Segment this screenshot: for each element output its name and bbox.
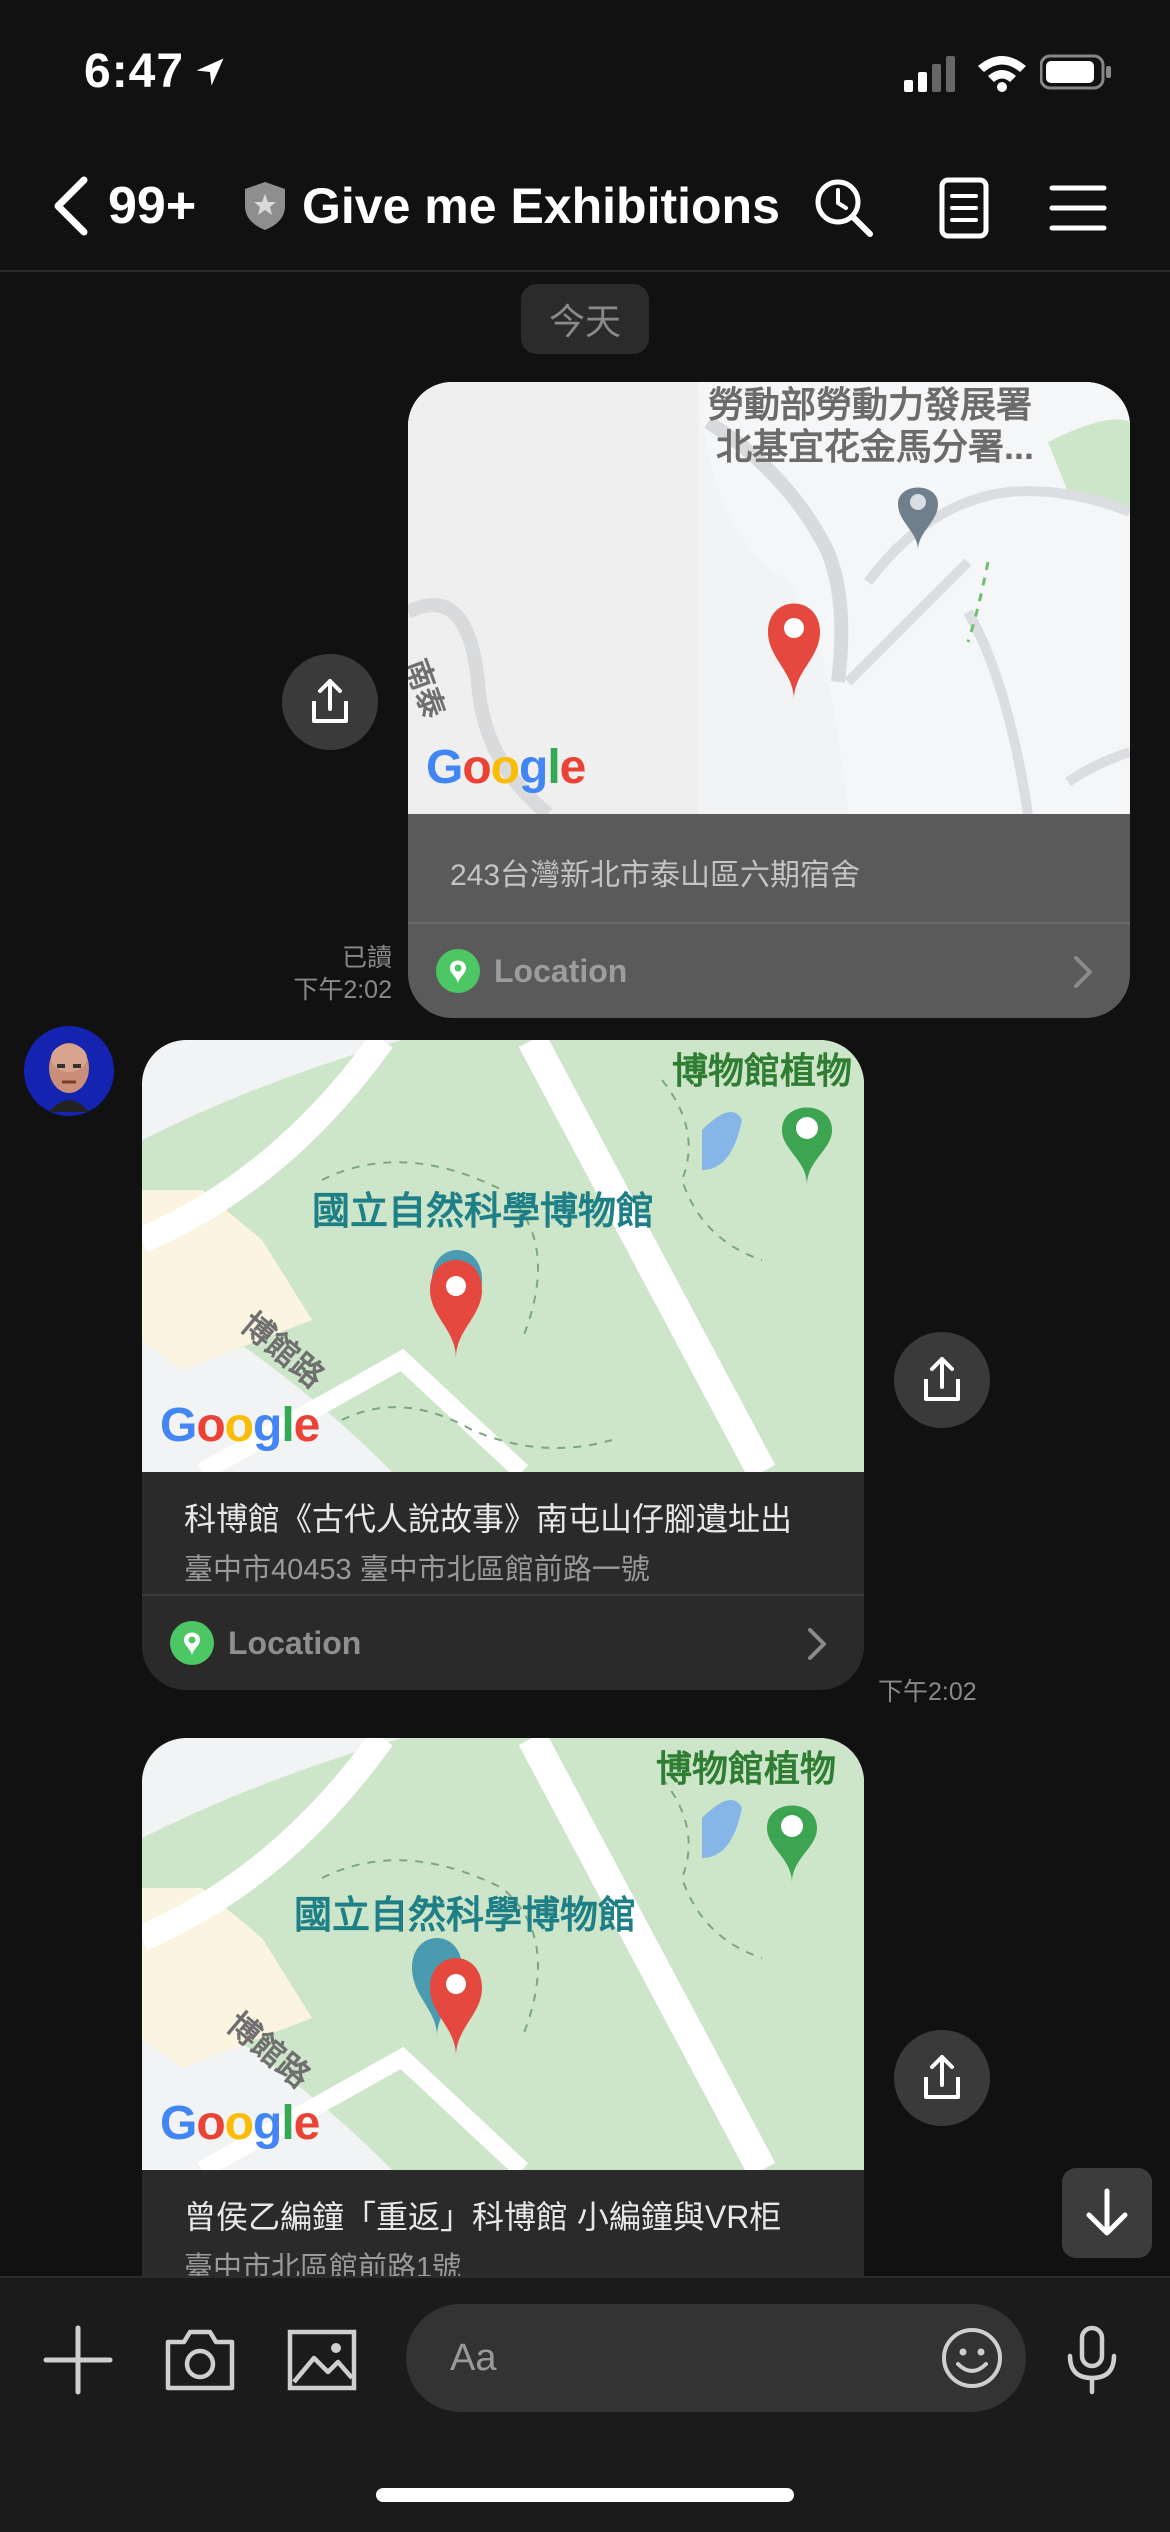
share-button[interactable] [282, 654, 378, 750]
camera-icon[interactable] [162, 2322, 238, 2398]
avatar[interactable] [24, 1026, 114, 1116]
search-icon[interactable] [812, 176, 876, 240]
location-link[interactable]: Location [142, 1594, 864, 1690]
date-divider: 今天 [521, 284, 649, 354]
chat-title-area[interactable]: Give me Exhibitions [242, 170, 780, 242]
map-preview[interactable]: 博物館植物 國立自然科學博物館 博館路 Google [142, 1040, 864, 1472]
google-logo: Google [426, 741, 586, 794]
location-message[interactable]: 博物館植物 國立自然科學博物館 博館路 Google 曾侯乙編鐘「重返」科博館 … [142, 1738, 864, 2276]
message-input[interactable] [450, 2336, 870, 2380]
place-address: 243台灣新北市泰山區六期宿舍 [450, 859, 861, 892]
place-name: 科博館《古代人說故事》南屯山仔腳遺址出 [184, 1501, 793, 1537]
chat-title: Give me Exhibitions [302, 178, 780, 234]
location-arrow-icon [196, 58, 224, 86]
chat-header: 99+ Give me Exhibitions [0, 140, 1170, 272]
map-preview[interactable]: 勞動部勞動力發展署 北基宜花金馬分署... 南泰 Google [408, 382, 1130, 814]
chevron-right-icon [808, 1628, 826, 1660]
message-meta: 已讀 下午2:02 [240, 942, 392, 1006]
place-address: 臺中市北區館前路1號 [184, 2252, 462, 2276]
read-status: 已讀 [341, 944, 392, 972]
location-message[interactable]: 博物館植物 國立自然科學博物館 博館路 Google 科博館《古代人說故事》南屯… [142, 1040, 864, 1690]
share-icon [924, 1357, 960, 1401]
message-time: 下午2:02 [878, 1678, 977, 1706]
share-button[interactable] [894, 2030, 990, 2126]
address-block: 243台灣新北市泰山區六期宿舍 [408, 814, 1130, 894]
address-block: 科博館《古代人說故事》南屯山仔腳遺址出 臺中市40453 臺中市北區館前路一號 [142, 1472, 864, 1588]
status-bar: 6:47 [0, 0, 1170, 140]
menu-icon[interactable] [1046, 176, 1110, 240]
back-button[interactable]: 99+ [50, 170, 220, 242]
home-indicator [376, 2488, 794, 2502]
chevron-right-icon [1074, 956, 1092, 988]
map-label: 博物館植物 [672, 1050, 853, 1091]
microphone-icon[interactable] [1054, 2322, 1130, 2398]
message-time: 下午2:02 [293, 976, 392, 1004]
google-logo: Google [160, 2097, 320, 2150]
location-label: Location [228, 1624, 362, 1661]
location-label: Location [494, 952, 628, 989]
signal-icon [904, 56, 955, 92]
unread-count: 99+ [108, 177, 197, 235]
map-label: 國立自然科學博物館 [312, 1191, 655, 1233]
chevron-left-icon [54, 176, 88, 236]
place-address: 臺中市40453 臺中市北區館前路一號 [184, 1554, 650, 1586]
notes-icon[interactable] [932, 176, 996, 240]
place-name: 曾侯乙編鐘「重返」科博館 小編鐘與VR柜 [184, 2199, 782, 2235]
status-time: 6:47 [84, 45, 185, 98]
location-pin-icon [170, 1621, 214, 1665]
location-link[interactable]: Location [408, 922, 1130, 1018]
map-label: 國立自然科學博物館 [294, 1895, 637, 1937]
location-message[interactable]: 勞動部勞動力發展署 北基宜花金馬分署... 南泰 Google 243台灣新北市… [408, 382, 1130, 1018]
map-label: 博物館植物 [656, 1748, 837, 1789]
map-label: 北基宜花金馬分署... [716, 426, 1035, 467]
arrow-down-icon [1086, 2188, 1128, 2236]
image-icon[interactable] [284, 2322, 360, 2398]
share-icon [312, 679, 348, 723]
share-icon [924, 2055, 960, 2099]
location-pin-icon [436, 949, 480, 993]
plus-icon[interactable] [40, 2322, 116, 2398]
google-logo: Google [160, 1399, 320, 1452]
address-block: 曾侯乙編鐘「重返」科博館 小編鐘與VR柜 臺中市北區館前路1號 [142, 2170, 864, 2276]
chat-area[interactable]: 今天 已讀 下午2:02 勞動部勞動力發展署 北基宜花金馬分署... 南泰 Go… [0, 272, 1170, 2276]
scroll-to-bottom-button[interactable] [1062, 2168, 1152, 2258]
share-button[interactable] [894, 1332, 990, 1428]
emoji-icon[interactable] [940, 2326, 1004, 2390]
battery-icon [1040, 54, 1111, 90]
wifi-icon [978, 56, 1026, 92]
shield-icon [245, 182, 285, 230]
map-preview[interactable]: 博物館植物 國立自然科學博物館 博館路 Google [142, 1738, 864, 2170]
message-field[interactable] [406, 2304, 1026, 2412]
